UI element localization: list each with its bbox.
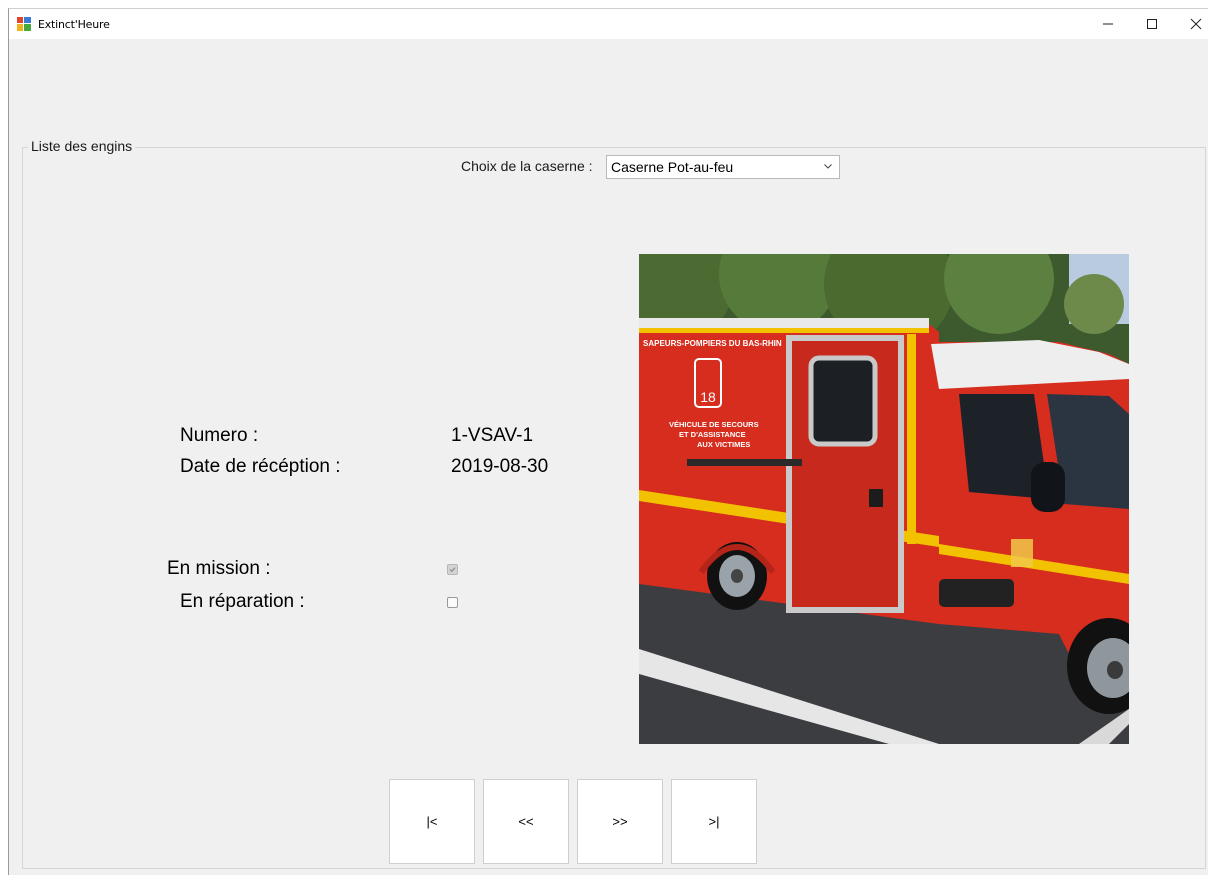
photo-text-line3: ET D'ASSISTANCE	[679, 430, 746, 439]
numero-label: Numero :	[180, 425, 259, 446]
title-bar[interactable]: Extinct'Heure	[9, 9, 1208, 39]
photo-text-line1: SAPEURS-POMPIERS DU BAS-RHIN	[643, 339, 782, 348]
chevron-down-icon	[824, 164, 832, 169]
photo-text-line2: VÉHICULE DE SECOURS	[669, 420, 759, 429]
previous-record-button[interactable]: <<	[483, 779, 569, 864]
close-icon	[1190, 18, 1202, 30]
groupbox-title: Liste des engins	[28, 138, 136, 154]
main-window: Extinct'Heure Liste des engins Choix de …	[8, 8, 1208, 875]
vehicle-photo: 18 SAPEURS-POMPIERS DU BAS-RHIN VÉHICULE…	[639, 254, 1129, 744]
caserne-selected-value: Caserne Pot-au-feu	[611, 159, 734, 175]
minimize-button[interactable]	[1086, 9, 1130, 39]
numero-value: 1-VSAV-1	[451, 425, 534, 446]
last-record-button[interactable]: >|	[671, 779, 757, 864]
close-button[interactable]	[1174, 9, 1208, 39]
maximize-button[interactable]	[1130, 9, 1174, 39]
maximize-icon	[1147, 19, 1157, 29]
en-mission-checkbox[interactable]	[447, 564, 458, 575]
checkmark-icon	[449, 567, 456, 573]
caserne-label: Choix de la caserne :	[461, 158, 593, 174]
minimize-icon	[1103, 23, 1113, 25]
date-reception-label: Date de récéption :	[180, 456, 341, 477]
next-record-button[interactable]: >>	[577, 779, 663, 864]
caserne-dropdown[interactable]: Caserne Pot-au-feu	[606, 155, 840, 179]
date-reception-value: 2019-08-30	[451, 456, 549, 477]
photo-text-line4: AUX VICTIMES	[697, 440, 750, 449]
app-windows-icon	[17, 17, 31, 31]
photo-badge-text: 18	[700, 389, 716, 405]
first-record-button[interactable]: |<	[389, 779, 475, 864]
en-mission-label: En mission :	[167, 558, 271, 579]
en-reparation-label: En réparation :	[180, 591, 305, 612]
en-reparation-checkbox[interactable]	[447, 597, 458, 608]
window-title: Extinct'Heure	[38, 18, 110, 31]
fire-ambulance-image: 18 SAPEURS-POMPIERS DU BAS-RHIN VÉHICULE…	[639, 254, 1129, 744]
